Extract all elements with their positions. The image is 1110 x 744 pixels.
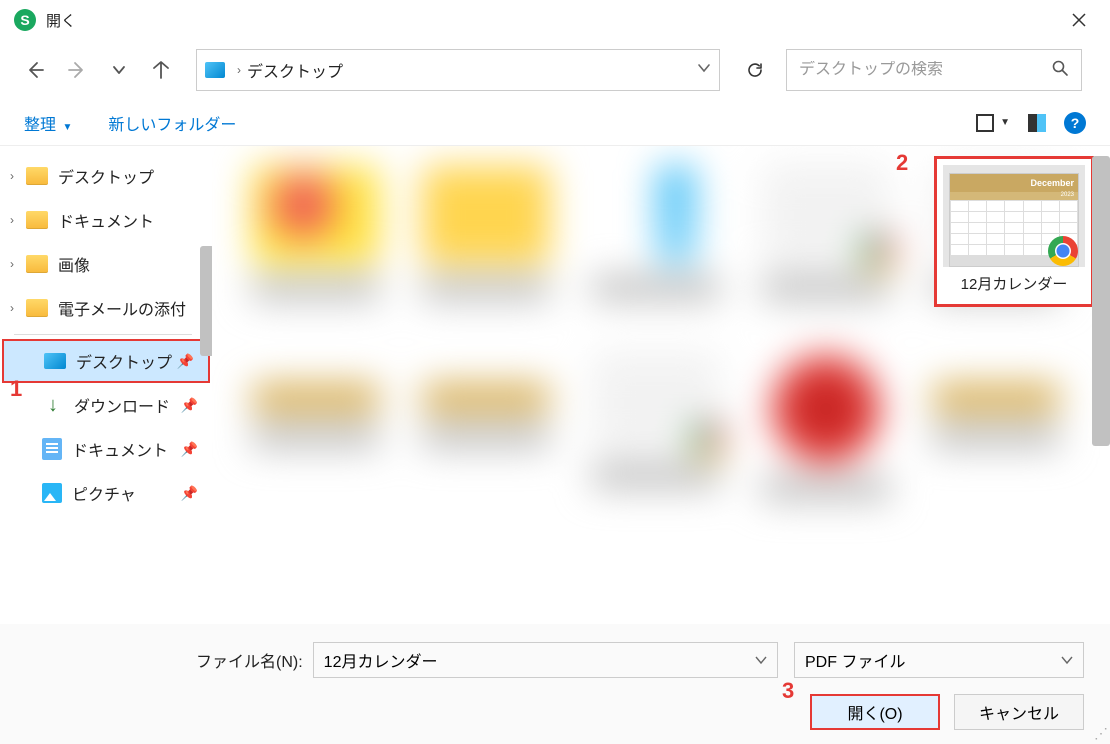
arrow-right-icon: [67, 60, 87, 80]
preview-pane-button[interactable]: [1028, 114, 1046, 132]
selected-file-thumbnail[interactable]: December 2023 12月カレンダー: [934, 156, 1094, 307]
new-folder-button[interactable]: 新しいフォルダー: [108, 111, 236, 135]
sidebar: › デスクトップ › ドキュメント › 画像 › 電子メールの添付 デスクトップ 📌 ↓ ダ…: [0, 146, 212, 596]
chevron-down-icon: [1061, 654, 1073, 666]
window-title: 開く: [46, 10, 76, 31]
chevron-right-icon: ›: [10, 257, 14, 271]
pin-icon: 📌: [177, 353, 194, 370]
quick-item-label: ピクチャ: [72, 481, 136, 505]
chevron-right-icon: ›: [10, 301, 14, 315]
step-callout-2: 2: [896, 150, 908, 176]
filename-input[interactable]: 12月カレンダー: [313, 642, 778, 678]
selected-file-label: 12月カレンダー: [943, 267, 1085, 298]
navigation-bar: › デスクトップ: [0, 40, 1110, 100]
recent-dropdown[interactable]: [100, 51, 138, 89]
back-button[interactable]: [16, 51, 54, 89]
close-icon: [1071, 12, 1087, 28]
main-area: › デスクトップ › ドキュメント › 画像 › 電子メールの添付 デスクトップ 📌 ↓ ダ…: [0, 146, 1110, 596]
desktop-icon: [44, 353, 66, 369]
refresh-button[interactable]: [736, 51, 774, 89]
bottom-panel: ファイル名(N): 12月カレンダー PDF ファイル 開く(O) キャンセル: [0, 624, 1110, 744]
tree-item-label: ドキュメント: [58, 208, 154, 232]
content-scrollbar[interactable]: [1092, 156, 1110, 446]
organize-menu[interactable]: 整理 ▼: [24, 111, 72, 135]
pin-icon: 📌: [181, 485, 198, 502]
calendar-thumb-header: December: [950, 174, 1078, 192]
close-button[interactable]: [1056, 0, 1102, 40]
folder-icon: [26, 299, 48, 317]
path-dropdown[interactable]: [697, 61, 711, 80]
chevron-down-icon: [697, 61, 711, 75]
pin-icon: 📌: [181, 397, 198, 414]
folder-icon: [26, 211, 48, 229]
tree-item-label: デスクトップ: [58, 164, 154, 188]
picture-icon: [42, 483, 62, 503]
search-bar[interactable]: [786, 49, 1082, 91]
tree-item-attachments[interactable]: › 電子メールの添付: [0, 286, 212, 330]
document-icon: [42, 438, 62, 460]
view-options[interactable]: ▼: [976, 114, 1010, 132]
filetype-select[interactable]: PDF ファイル: [794, 642, 1084, 678]
folder-icon: [26, 255, 48, 273]
up-button[interactable]: [142, 51, 180, 89]
filetype-value: PDF ファイル: [805, 648, 905, 672]
calendar-thumbnail: December 2023: [949, 173, 1079, 267]
title-bar: S 開く: [0, 0, 1110, 40]
step-callout-3: 3: [782, 678, 794, 704]
tree-item-label: 画像: [58, 252, 90, 276]
desktop-icon: [205, 62, 225, 78]
button-row: 開く(O) キャンセル: [26, 694, 1084, 730]
quick-access-pictures[interactable]: ピクチャ 📌: [0, 471, 212, 515]
pin-icon: 📌: [181, 441, 198, 458]
chevron-down-icon: [755, 654, 767, 666]
quick-item-label: デスクトップ: [76, 349, 172, 373]
open-button[interactable]: 開く(O): [810, 694, 940, 730]
tree-item-label: 電子メールの添付: [58, 296, 186, 320]
sidebar-scrollbar[interactable]: [200, 246, 212, 356]
filename-row: ファイル名(N): 12月カレンダー PDF ファイル: [26, 642, 1084, 678]
toolbar: 整理 ▼ 新しいフォルダー ▼ ?: [0, 100, 1110, 146]
step-callout-1: 1: [10, 376, 22, 402]
organize-label: 整理: [24, 117, 56, 134]
download-icon: ↓: [42, 394, 64, 416]
quick-item-label: ドキュメント: [72, 437, 168, 461]
quick-access-downloads[interactable]: ↓ ダウンロード 📌: [0, 383, 212, 427]
folder-icon: [26, 167, 48, 185]
file-content-area: December 2023 12月カレンダー: [212, 146, 1110, 596]
caret-down-icon: ▼: [62, 122, 72, 133]
path-location: デスクトップ: [247, 58, 343, 82]
filename-value: 12月カレンダー: [324, 648, 438, 672]
address-bar[interactable]: › デスクトップ: [196, 49, 720, 91]
view-icon: [976, 114, 994, 132]
search-input[interactable]: [799, 61, 1051, 79]
quick-access-documents[interactable]: ドキュメント 📌: [0, 427, 212, 471]
resize-grip[interactable]: ⋰: [1094, 725, 1108, 742]
help-button[interactable]: ?: [1064, 112, 1086, 134]
chevron-right-icon: ›: [237, 63, 241, 77]
tree-item-documents[interactable]: › ドキュメント: [0, 198, 212, 242]
tree-item-desktop[interactable]: › デスクトップ: [0, 154, 212, 198]
caret-down-icon: ▼: [1000, 117, 1010, 128]
quick-item-label: ダウンロード: [74, 393, 170, 417]
chevron-down-icon: [112, 63, 126, 77]
chrome-badge-icon: [1048, 236, 1078, 266]
arrow-up-icon: [151, 60, 171, 80]
calendar-thumb-year: 2023: [950, 192, 1078, 200]
forward-button[interactable]: [58, 51, 96, 89]
search-icon[interactable]: [1051, 59, 1069, 82]
app-icon: S: [14, 9, 36, 31]
app-icon-letter: S: [20, 12, 29, 28]
cancel-button[interactable]: キャンセル: [954, 694, 1084, 730]
tree-item-pictures[interactable]: › 画像: [0, 242, 212, 286]
quick-access-desktop[interactable]: デスクトップ 📌: [2, 339, 210, 383]
refresh-icon: [745, 60, 765, 80]
arrow-left-icon: [25, 60, 45, 80]
chevron-right-icon: ›: [10, 213, 14, 227]
sidebar-divider: [14, 334, 192, 335]
chevron-right-icon: ›: [10, 169, 14, 183]
filename-label: ファイル名(N):: [196, 648, 303, 672]
